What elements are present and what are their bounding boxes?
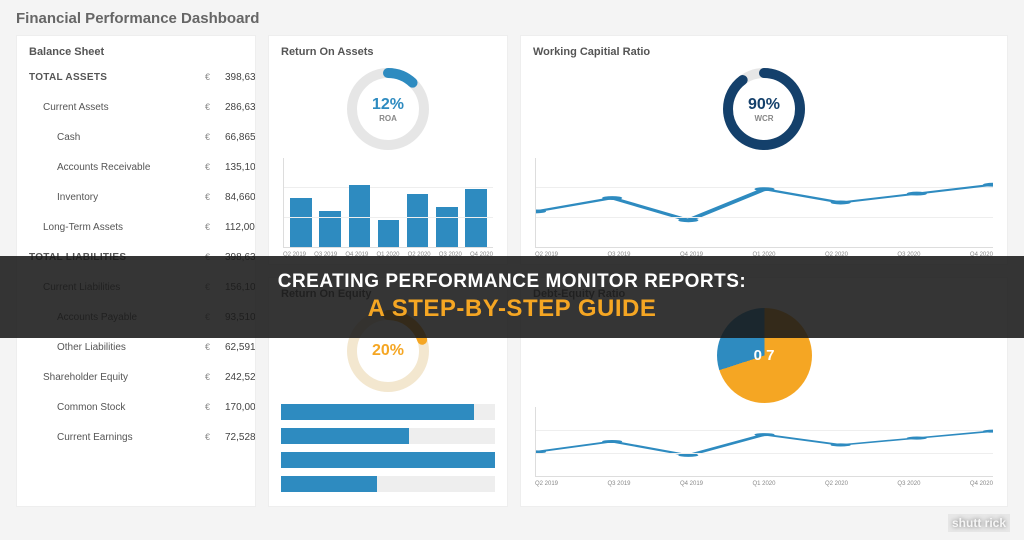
chart-roa-bars bbox=[283, 158, 493, 248]
balance-value: 135,103.6 bbox=[225, 162, 256, 173]
gauge-roe-value: 20% bbox=[372, 342, 404, 360]
balance-label: Long-Term Assets bbox=[29, 222, 199, 233]
x-tick: Q4 2019 bbox=[680, 481, 703, 487]
card-title-roa: Return On Assets bbox=[281, 46, 495, 58]
balance-label: Inventory bbox=[29, 192, 199, 203]
gauge-wcr-value: 90% bbox=[748, 96, 780, 114]
bar bbox=[319, 211, 340, 247]
balance-value: 112,000 bbox=[225, 222, 256, 233]
balance-value: 170,000 bbox=[225, 402, 256, 413]
currency-symbol: € bbox=[205, 372, 219, 382]
balance-row[interactable]: Current Assets€286,630 bbox=[29, 92, 243, 122]
balance-value: 286,630 bbox=[225, 102, 256, 113]
gauge-wcr: 90% WCR bbox=[719, 64, 809, 154]
balance-value: 62,591 bbox=[225, 342, 256, 353]
balance-label: Other Liabilities bbox=[29, 342, 199, 353]
chart-wcr-line bbox=[535, 158, 993, 248]
chart-de-xaxis: Q2 2019 Q3 2019 Q4 2019 Q1 2020 Q2 2020 Q3 20… bbox=[533, 479, 995, 487]
balance-label: Accounts Receivable bbox=[29, 162, 199, 173]
balance-label: Common Stock bbox=[29, 402, 199, 413]
card-title-balance: Balance Sheet bbox=[29, 46, 243, 58]
x-tick: Q1 2020 bbox=[752, 481, 775, 487]
gauge-wcr-sublabel: WCR bbox=[754, 114, 773, 123]
chart-de-line bbox=[535, 407, 993, 477]
watermark: shutt rick bbox=[948, 514, 1010, 532]
currency-symbol: € bbox=[205, 402, 219, 412]
bar bbox=[290, 198, 311, 247]
line-wcr-svg bbox=[536, 158, 993, 247]
x-tick: Q3 2019 bbox=[607, 481, 630, 487]
hbar-fill bbox=[281, 476, 377, 492]
hbar-row bbox=[281, 428, 495, 444]
balance-value: 242,528.6 bbox=[225, 372, 256, 383]
overlay-line1: CREATING PERFORMANCE MONITOR REPORTS: bbox=[278, 271, 747, 293]
balance-row[interactable]: Shareholder Equity€242,528.6 bbox=[29, 362, 243, 392]
balance-value: 72,528.6 bbox=[225, 432, 256, 443]
x-tick: Q4 2020 bbox=[970, 481, 993, 487]
balance-row[interactable]: Common Stock€170,000 bbox=[29, 392, 243, 422]
x-tick: Q2 2019 bbox=[535, 481, 558, 487]
bar bbox=[378, 220, 399, 247]
balance-label: TOTAL ASSETS bbox=[29, 72, 199, 83]
line-de-svg bbox=[536, 407, 993, 476]
pie-debt-equity-value: 0 7 bbox=[754, 347, 775, 364]
page-title: Financial Performance Dashboard bbox=[16, 10, 1008, 27]
hbar-row bbox=[281, 404, 495, 420]
balance-label: Shareholder Equity bbox=[29, 372, 199, 383]
balance-row[interactable]: Long-Term Assets€112,000 bbox=[29, 212, 243, 242]
card-roa[interactable]: Return On Assets 12% ROA Q2 2019Q3 2019Q… bbox=[268, 35, 508, 265]
balance-value: 398,630 bbox=[225, 72, 256, 83]
balance-label: Current Earnings bbox=[29, 432, 199, 443]
hbar-fill bbox=[281, 404, 474, 420]
bar bbox=[436, 207, 457, 247]
card-title-wcr: Working Capitial Ratio bbox=[533, 46, 995, 58]
x-tick: Q3 2020 bbox=[897, 481, 920, 487]
card-wcr[interactable]: Working Capitial Ratio 90% WCR bbox=[520, 35, 1008, 265]
balance-row[interactable]: Inventory€84,660.8 bbox=[29, 182, 243, 212]
balance-row[interactable]: TOTAL ASSETS€398,630 bbox=[29, 62, 243, 92]
balance-row[interactable]: Cash€66,865.4 bbox=[29, 122, 243, 152]
gauge-roa: 12% ROA bbox=[343, 64, 433, 154]
balance-label: Current Assets bbox=[29, 102, 199, 113]
currency-symbol: € bbox=[205, 432, 219, 442]
balance-row[interactable]: Current Earnings€72,528.6 bbox=[29, 422, 243, 452]
balance-value: 66,865.4 bbox=[225, 132, 256, 143]
hbar-fill bbox=[281, 452, 495, 468]
currency-symbol: € bbox=[205, 102, 219, 112]
chart-roe-hbars bbox=[281, 404, 495, 492]
hbar-row bbox=[281, 476, 495, 492]
x-tick: Q2 2020 bbox=[825, 481, 848, 487]
currency-symbol: € bbox=[205, 222, 219, 232]
gauge-roa-value: 12% bbox=[372, 96, 404, 114]
overlay-banner: CREATING PERFORMANCE MONITOR REPORTS: A … bbox=[0, 256, 1024, 338]
currency-symbol: € bbox=[205, 192, 219, 202]
currency-symbol: € bbox=[205, 72, 219, 82]
currency-symbol: € bbox=[205, 162, 219, 172]
hbar-fill bbox=[281, 428, 409, 444]
bar bbox=[465, 189, 486, 247]
balance-row[interactable]: Accounts Receivable€135,103.6 bbox=[29, 152, 243, 182]
currency-symbol: € bbox=[205, 342, 219, 352]
hbar-row bbox=[281, 452, 495, 468]
bar bbox=[349, 185, 370, 247]
balance-label: Cash bbox=[29, 132, 199, 143]
balance-value: 84,660.8 bbox=[225, 192, 256, 203]
bar bbox=[407, 194, 428, 247]
gauge-roa-sublabel: ROA bbox=[379, 114, 397, 123]
overlay-line2: A STEP-BY-STEP GUIDE bbox=[368, 295, 657, 323]
currency-symbol: € bbox=[205, 132, 219, 142]
